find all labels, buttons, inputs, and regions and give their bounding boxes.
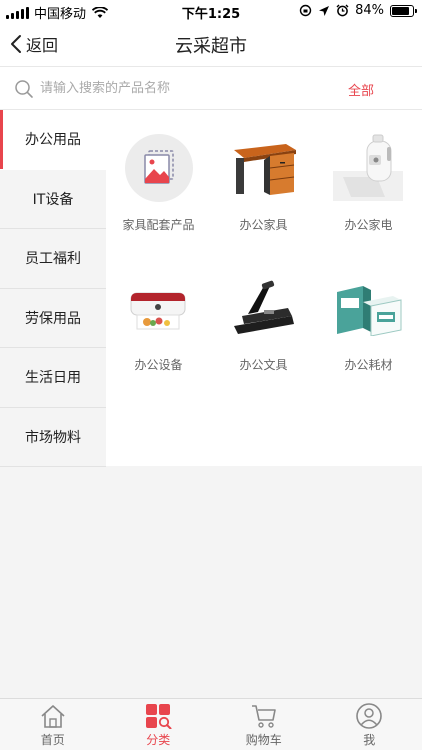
product-label: 办公设备 <box>134 358 183 372</box>
category-icon <box>146 704 172 729</box>
product-item[interactable]: 办公耗材 <box>316 272 421 412</box>
nav-bar: 返回 云采超市 <box>0 22 422 66</box>
sidebar-item-office-supplies[interactable]: 办公用品 <box>0 110 106 170</box>
sidebar-item-labor-protection[interactable]: 劳保用品 <box>0 288 106 348</box>
product-item[interactable]: 办公家具 <box>211 132 316 272</box>
desk-icon <box>233 144 296 195</box>
product-thumb <box>228 272 300 344</box>
water-dispenser-icon <box>332 134 403 201</box>
back-label: 返回 <box>26 36 59 55</box>
search-input[interactable] <box>40 76 320 100</box>
tab-home[interactable]: 首页 <box>0 699 106 750</box>
sidebar-item-label: 员工福利 <box>25 251 81 268</box>
product-thumb <box>228 132 300 204</box>
tab-cart[interactable]: 购物车 <box>211 699 317 750</box>
cart-icon <box>251 705 276 728</box>
status-bar: 中国移动 下午1:25 84% <box>0 0 422 22</box>
tab-me[interactable]: 我 <box>317 699 422 750</box>
status-right: 84% <box>299 3 417 18</box>
sidebar-item-marketing-materials[interactable]: 市场物料 <box>0 407 106 467</box>
product-label: 办公耗材 <box>344 358 393 372</box>
rotation-lock-icon <box>299 4 312 17</box>
product-item[interactable]: 办公文具 <box>211 272 316 412</box>
chevron-left-icon <box>11 35 21 53</box>
product-item[interactable]: 办公家电 <box>316 132 421 272</box>
tab-label: 分类 <box>146 733 171 747</box>
product-grid: 家具配套产品 办公家具 办公家电 办公设备 办公文具 办公耗材 <box>106 110 422 412</box>
product-thumb <box>332 132 405 204</box>
location-icon <box>319 5 330 16</box>
sidebar-item-label: 市场物料 <box>25 429 81 446</box>
product-thumb <box>123 272 195 344</box>
back-button[interactable]: 返回 <box>10 32 58 56</box>
tab-label: 首页 <box>40 733 65 747</box>
alarm-icon <box>336 4 349 17</box>
product-label: 办公家电 <box>344 218 393 232</box>
search-bar: 全部 <box>0 66 422 110</box>
sidebar-item-employee-benefits[interactable]: 员工福利 <box>0 229 106 289</box>
sidebar-item-label: 办公用品 <box>25 132 81 149</box>
tab-label: 购物车 <box>245 733 282 747</box>
user-icon <box>356 703 383 729</box>
tab-category[interactable]: 分类 <box>106 699 212 750</box>
tab-label: 我 <box>363 733 376 747</box>
product-thumb <box>123 132 195 204</box>
product-thumb <box>333 272 405 344</box>
stapler-icon <box>233 280 294 334</box>
battery-fill <box>392 6 409 15</box>
product-item[interactable]: 办公设备 <box>106 272 211 412</box>
paper-box-icon <box>336 286 401 336</box>
sidebar-item-daily-necessities[interactable]: 生活日用 <box>0 348 106 408</box>
battery-percent: 84% <box>355 3 384 18</box>
search-icon <box>15 80 33 98</box>
product-item[interactable]: 家具配套产品 <box>106 132 211 272</box>
product-label: 家具配套产品 <box>122 218 195 232</box>
sidebar-item-it-equipment[interactable]: IT设备 <box>0 169 106 229</box>
page-title: 云采超市 <box>175 36 247 57</box>
product-label: 办公家具 <box>239 218 288 232</box>
filter-all-button[interactable]: 全部 <box>348 80 374 99</box>
bottom-tab-bar: 首页 分类 购物车 我 <box>0 698 422 750</box>
printer-icon <box>130 292 185 330</box>
sidebar-item-label: 生活日用 <box>25 370 81 387</box>
sidebar-item-label: 劳保用品 <box>25 310 81 327</box>
home-icon <box>41 705 65 728</box>
battery-icon <box>390 4 417 17</box>
product-panel: 家具配套产品 办公家具 办公家电 办公设备 办公文具 办公耗材 <box>106 110 422 466</box>
sidebar-item-label: IT设备 <box>32 191 74 208</box>
image-placeholder-icon <box>124 134 193 202</box>
product-label: 办公文具 <box>239 358 288 372</box>
category-sidebar: 办公用品 IT设备 员工福利 劳保用品 生活日用 市场物料 <box>0 110 106 467</box>
